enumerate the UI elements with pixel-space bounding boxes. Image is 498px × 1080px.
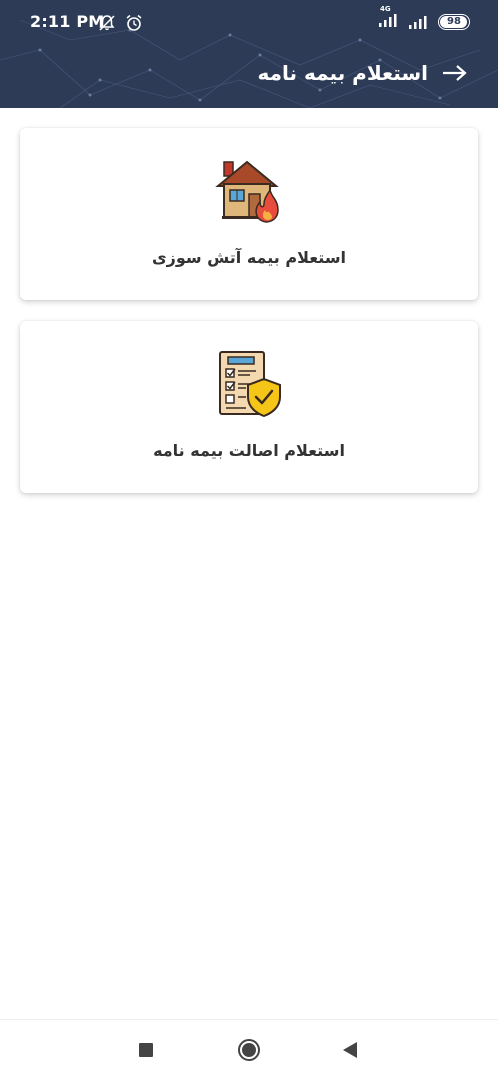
- policy-authenticity-label: استعلام اصالت بیمه نامه: [153, 441, 345, 460]
- policy-authenticity-card[interactable]: استعلام اصالت بیمه نامه: [20, 321, 478, 493]
- arrow-right-icon: [443, 65, 467, 81]
- status-icons-left: [98, 12, 143, 32]
- battery-icon: 98: [438, 13, 470, 30]
- back-button[interactable]: [442, 64, 468, 82]
- recents-square-icon[interactable]: [138, 1042, 154, 1058]
- status-time: 2:11 PM: [30, 12, 105, 31]
- home-circle-icon[interactable]: [237, 1038, 261, 1062]
- back-triangle-icon[interactable]: [342, 1041, 358, 1059]
- signal-4g: 4G: [378, 5, 400, 31]
- fire-insurance-label: استعلام بیمه آتش سوزی: [151, 248, 347, 267]
- house-fire-icon: [215, 160, 279, 223]
- system-nav-bar: [0, 1019, 498, 1080]
- title-row: استعلام بیمه نامه: [258, 58, 469, 88]
- page-title: استعلام بیمه نامه: [257, 61, 429, 85]
- signal-icon: [379, 14, 397, 27]
- app-header: 2:11 PM 4G 98 استعلام بیمه نامه: [0, 0, 498, 108]
- battery-level: 98: [447, 16, 461, 27]
- status-icons-right: 4G 98: [378, 5, 470, 31]
- insurance-document-shield-icon: [219, 351, 281, 418]
- status-bar: 2:11 PM 4G 98: [0, 0, 498, 44]
- network-label: 4G: [380, 5, 391, 13]
- fire-insurance-card[interactable]: استعلام بیمه آتش سوزی: [20, 128, 478, 300]
- signal-icon: [409, 15, 427, 29]
- notifications-off-icon: [99, 14, 115, 31]
- alarm-icon: [126, 14, 142, 31]
